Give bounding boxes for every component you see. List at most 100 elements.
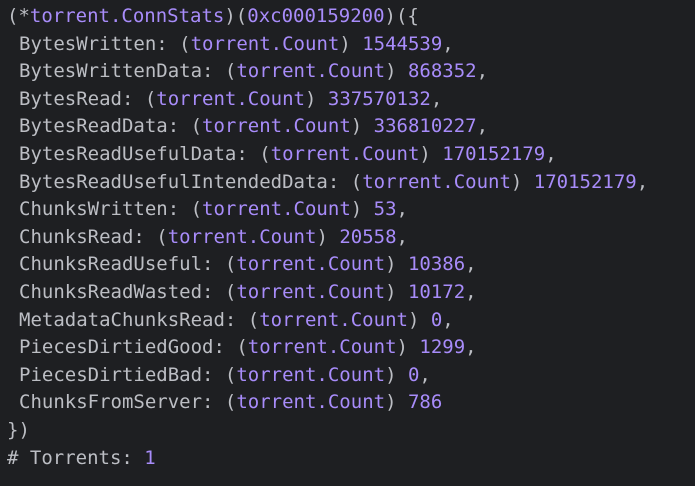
field-separator: , [545,142,557,165]
field-type: torrent.Count [236,363,386,386]
field-name: BytesWrittenData [19,60,203,83]
field-colon: : ( [236,142,271,165]
struct-field-row: PiecesDirtiedGood: (torrent.Count) 1299, [7,334,695,362]
field-value: 170152179 [533,170,637,193]
struct-field-row: BytesWritten: (torrent.Count) 1544539, [7,31,695,59]
struct-closing-line: }) [7,417,695,445]
field-separator: , [465,253,477,276]
field-type-close: ) [385,280,408,303]
field-value: 868352 [407,60,477,83]
header-open: (* [7,5,30,27]
field-type-close: ) [385,60,408,83]
field-type-close: ) [385,391,408,414]
field-type: torrent.Count [362,170,511,193]
field-value: 337570132 [327,87,431,110]
field-value: 336810227 [373,115,477,138]
field-value: 786 [407,391,443,414]
field-separator: , [465,336,477,359]
field-colon: : ( [202,280,237,303]
field-name: ChunksReadWasted [19,280,203,303]
field-type: torrent.Count [202,198,351,221]
field-value: 53 [373,198,397,221]
field-colon: : ( [224,308,260,331]
torrents-label: # Torrents: [7,446,145,469]
field-value: 0 [430,308,443,331]
field-type: torrent.Count [236,60,386,83]
field-type-close: ) [316,225,340,248]
field-value: 1299 [419,336,466,359]
field-separator: , [419,363,431,386]
field-value: 1544539 [362,32,443,55]
field-value: 170152179 [442,142,546,165]
closing-brace: }) [7,418,30,441]
struct-field-row: BytesReadUsefulData: (torrent.Count) 170… [7,141,695,169]
struct-field-row: BytesWrittenData: (torrent.Count) 868352… [7,58,695,86]
field-value: 20558 [339,225,397,248]
struct-field-row: MetadataChunksRead: (torrent.Count) 0, [7,307,695,335]
field-colon: : ( [121,87,157,110]
field-colon: : ( [167,198,203,221]
field-name: BytesWritten [19,32,157,55]
field-type-close: ) [407,308,431,331]
struct-field-row: PiecesDirtiedBad: (torrent.Count) 0, [7,362,695,390]
field-name: BytesRead [19,87,122,110]
field-type: torrent.Count [202,115,351,138]
field-value: 10172 [407,280,466,303]
field-type-close: ) [396,336,420,359]
field-separator: , [396,225,408,248]
field-type-close: ) [419,142,443,165]
struct-field-row: BytesReadUsefulIntendedData: (torrent.Co… [7,169,695,197]
field-colon: : ( [202,363,237,386]
field-type: torrent.Count [236,253,386,276]
field-name: BytesReadUsefulData [19,142,237,165]
console-output: (*torrent.ConnStats)(0xc000159200)({ Byt… [7,3,695,486]
struct-field-row: ChunksReadUseful: (torrent.Count) 10386, [7,251,695,279]
field-separator: , [476,60,489,83]
field-name: ChunksReadUseful [19,253,203,276]
field-name: ChunksWritten [19,198,168,221]
field-separator: , [465,280,477,303]
struct-field-row: ChunksFromServer: (torrent.Count) 786 [7,389,695,417]
field-value: 10386 [407,253,466,276]
struct-field-row: BytesReadData: (torrent.Count) 336810227… [7,113,695,141]
field-name: BytesReadUsefulIntendedData [19,170,328,193]
field-colon: : ( [133,225,168,248]
field-colon: : ( [202,60,237,83]
field-colon: : ( [156,32,191,55]
field-type: torrent.Count [236,391,386,414]
field-type: torrent.Count [270,142,420,165]
struct-field-row: ChunksRead: (torrent.Count) 20558, [7,224,695,252]
field-name: BytesReadData [19,115,168,138]
field-type: torrent.Count [167,225,317,248]
struct-field-row: BytesRead: (torrent.Count) 337570132, [7,86,695,114]
field-separator: , [476,115,489,138]
field-name: MetadataChunksRead [19,308,225,331]
struct-type-name: torrent.ConnStats [29,5,225,27]
field-type-close: ) [305,87,328,110]
field-type-close: ) [385,363,408,386]
struct-field-row: ChunksReadWasted: (torrent.Count) 10172, [7,279,695,307]
field-separator: , [636,170,649,193]
field-name: PiecesDirtiedBad [19,363,203,386]
field-type-close: ) [385,253,408,276]
header-suffix: )({ [384,5,419,27]
field-colon: : ( [213,336,248,359]
field-colon: : ( [167,115,203,138]
field-type-close: ) [339,32,363,55]
field-separator: , [442,32,454,55]
field-type-close: ) [350,198,374,221]
field-value: 0 [407,363,420,386]
field-separator: , [442,308,454,331]
field-type: torrent.Count [236,280,386,303]
field-name: ChunksRead [19,225,134,248]
torrents-count: 1 [144,446,156,469]
field-separator: , [396,198,408,221]
memory-address: 0xc000159200 [247,5,385,27]
field-type: torrent.Count [190,32,340,55]
struct-fields: BytesWritten: (torrent.Count) 1544539, By… [7,31,695,417]
field-type-close: ) [510,170,534,193]
field-colon: : ( [202,253,237,276]
struct-header-line: (*torrent.ConnStats)(0xc000159200)({ [7,3,695,31]
field-colon: : ( [327,170,363,193]
struct-field-row: ChunksWritten: (torrent.Count) 53, [7,196,695,224]
